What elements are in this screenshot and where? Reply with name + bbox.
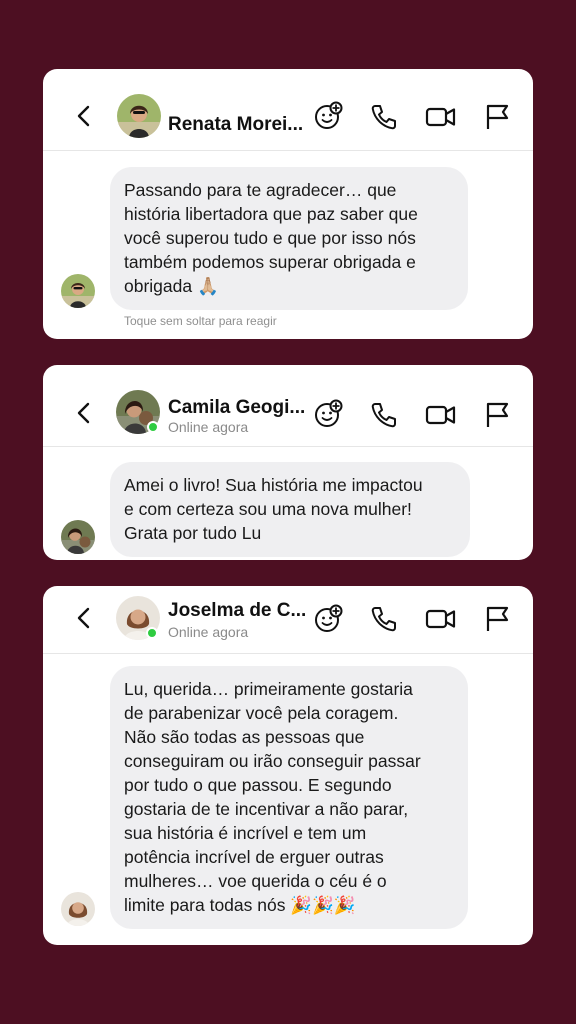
- chat-card-renata: Renata Morei... Passando para te agradec…: [43, 69, 533, 339]
- message-line: de parabenizar você pela coragem.: [124, 703, 399, 723]
- avatar[interactable]: [117, 94, 161, 138]
- add-emoji-icon[interactable]: [313, 399, 343, 429]
- message-line: Grata por tudo Lu: [124, 523, 262, 543]
- message-bubble[interactable]: Amei o livro! Sua história me impactou e…: [110, 462, 470, 557]
- message-line: mulheres… voe querida o céu é o: [124, 871, 387, 891]
- message-line: obrigada 🙏🏼: [124, 276, 219, 296]
- message-line: conseguiram ou irão conseguir passar: [124, 751, 421, 771]
- message-bubble[interactable]: Passando para te agradecer… que história…: [110, 167, 468, 310]
- message-line: você superou tudo e que por isso nós: [124, 228, 416, 248]
- contact-name: Camila Geogi...: [168, 397, 306, 418]
- reaction-hint: Toque sem soltar para reagir: [124, 314, 277, 328]
- chat-card-joselma: Joselma de C... Online agora Lu, querida…: [43, 586, 533, 945]
- message-line: por tudo o que passou. E segundo: [124, 775, 392, 795]
- back-icon[interactable]: [73, 401, 97, 425]
- contact-name: Joselma de C...: [168, 600, 307, 621]
- sender-avatar: [61, 274, 95, 308]
- message-line: sua história é incrível e tem um: [124, 823, 367, 843]
- message-bubble[interactable]: Lu, querida… primeiramente gostaria de p…: [110, 666, 468, 929]
- back-icon[interactable]: [73, 104, 97, 128]
- flag-icon[interactable]: [483, 604, 513, 634]
- chat-card-camila: Camila Geogi... Online agora Amei o livr…: [43, 365, 533, 560]
- chat-header: Renata Morei...: [43, 69, 533, 151]
- flag-icon[interactable]: [483, 102, 513, 132]
- phone-icon[interactable]: [369, 400, 399, 430]
- message-line: e com certeza sou uma nova mulher!: [124, 499, 412, 519]
- message-line: história libertadora que paz saber que: [124, 204, 418, 224]
- add-emoji-icon[interactable]: [313, 604, 343, 634]
- video-icon[interactable]: [425, 604, 456, 634]
- sender-avatar: [61, 520, 95, 554]
- back-icon[interactable]: [73, 606, 97, 630]
- online-status: Online agora: [168, 419, 249, 435]
- contact-name: Renata Morei...: [168, 114, 304, 135]
- message-line: Amei o livro! Sua história me impactou: [124, 475, 423, 495]
- message-line: Não são todas as pessoas que: [124, 727, 365, 747]
- online-status: Online agora: [168, 624, 249, 640]
- message-line: também podemos superar obrigada e: [124, 252, 416, 272]
- chat-header: Joselma de C... Online agora: [43, 586, 533, 654]
- add-emoji-icon[interactable]: [313, 101, 343, 131]
- video-icon[interactable]: [425, 400, 456, 430]
- online-indicator: [147, 421, 159, 433]
- chat-header: Camila Geogi... Online agora: [43, 365, 533, 447]
- online-indicator: [146, 627, 158, 639]
- message-line: potência incrível de erguer outras: [124, 847, 384, 867]
- phone-icon[interactable]: [369, 604, 399, 634]
- phone-icon[interactable]: [369, 102, 399, 132]
- message-line: gostaria de te incentivar a não parar,: [124, 799, 409, 819]
- message-line: Passando para te agradecer… que: [124, 180, 397, 200]
- sender-avatar: [61, 892, 95, 926]
- message-line: Lu, querida… primeiramente gostaria: [124, 679, 413, 699]
- video-icon[interactable]: [425, 102, 456, 132]
- flag-icon[interactable]: [483, 400, 513, 430]
- message-line: limite para todas nós 🎉🎉🎉: [124, 895, 356, 915]
